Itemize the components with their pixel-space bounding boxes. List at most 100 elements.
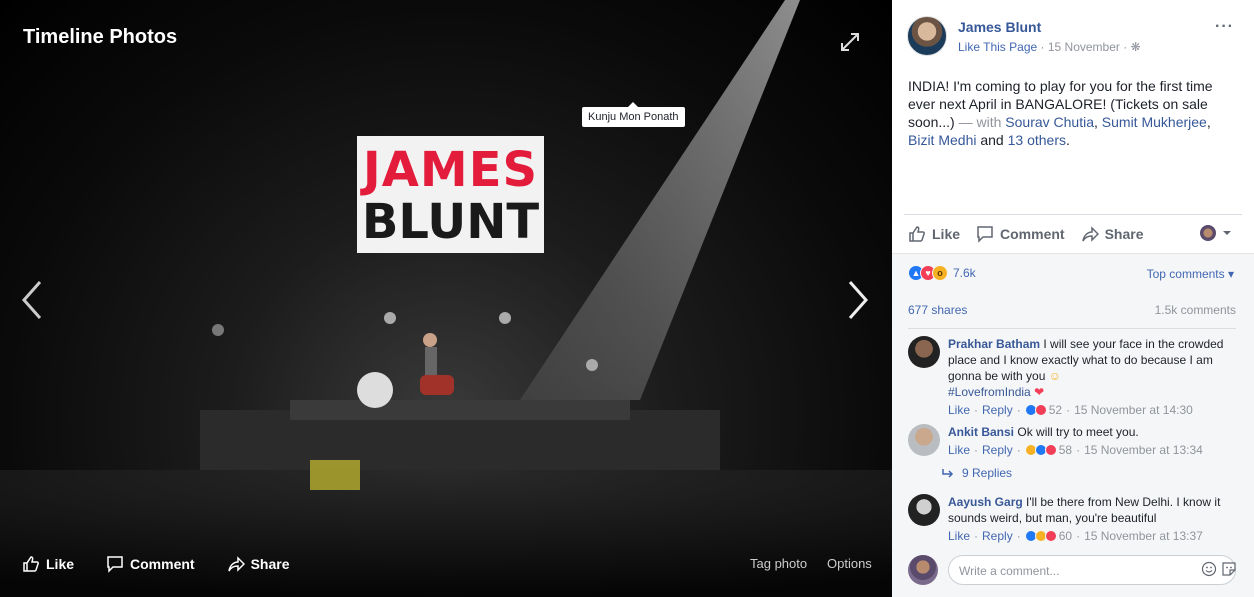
tag-tooltip: Kunju Mon Ponath [582, 102, 685, 127]
viewer-share-label: Share [250, 556, 290, 572]
commenter-name[interactable]: Ankit Bansi [948, 425, 1014, 439]
post-meta: Like This Page · 15 November · ❋ [958, 40, 1141, 54]
commenter-name[interactable]: Prakhar Batham [948, 337, 1040, 351]
viewer-like-label: Like [46, 556, 75, 572]
post-body: INDIA! I'm coming to play for you for th… [908, 78, 1213, 148]
comment-time[interactable]: 15 November at 14:30 [1074, 402, 1193, 418]
comment-meta: Like · Reply · 60 · 15 November at 13:37 [948, 528, 1238, 544]
replies-count: 9 Replies [962, 466, 1013, 480]
others-link[interactable]: 13 others [1008, 132, 1066, 148]
caret-down-icon: ▾ [1227, 267, 1234, 281]
view-replies-link[interactable]: 9 Replies [942, 466, 1012, 480]
comment-body: Prakhar Batham I will see your face in t… [948, 336, 1238, 418]
comment-reply-button[interactable]: Reply [982, 442, 1013, 458]
comment-time[interactable]: 15 November at 13:37 [1084, 528, 1203, 544]
meta-separator: · [1076, 443, 1081, 457]
tag-photo-link[interactable]: Tag photo [750, 556, 807, 571]
reaction-count[interactable]: 7.6k [953, 266, 976, 280]
comment-body: Aayush Garg I'll be there from New Delhi… [948, 494, 1238, 544]
love-reaction-icon [1044, 444, 1057, 456]
chevron-down-icon [1223, 231, 1231, 235]
post-share-button[interactable]: Share [1081, 225, 1144, 243]
logo-line-1: JAMES [362, 142, 539, 198]
post-action-bar: Like Comment Share [904, 214, 1242, 252]
tagged-person[interactable]: Sumit Mukherjee [1102, 114, 1207, 130]
like-page-link[interactable]: Like This Page [958, 40, 1037, 54]
comment-body: Ankit Bansi Ok will try to meet you. Lik… [948, 424, 1238, 458]
comments-section: ▲ ♥ o 7.6k Top comments ▾ 677 shares 1.5… [892, 253, 1254, 597]
viewer-action-bar: Like Comment Share Tag photo Options [0, 531, 892, 597]
post-like-label: Like [932, 225, 961, 242]
comment-reaction-count[interactable]: 60 [1059, 528, 1072, 544]
james-blunt-logo: JAMES BLUNT [357, 136, 544, 253]
meta-separator: · [1040, 40, 1048, 54]
reply-arrow-icon [942, 469, 954, 478]
author-avatar[interactable] [907, 16, 947, 56]
top-comments-dropdown[interactable]: Top comments ▾ [1147, 267, 1234, 281]
comment-like-button[interactable]: Like [948, 402, 970, 418]
post-panel: James Blunt Like This Page · 15 November… [892, 0, 1254, 597]
viewer-comment-button[interactable]: Comment [106, 555, 195, 573]
commenter-avatar[interactable] [908, 336, 940, 368]
divider [908, 328, 1236, 329]
next-photo-icon[interactable] [846, 280, 870, 320]
commenter-avatar[interactable] [908, 424, 940, 456]
post-like-button[interactable]: Like [908, 225, 960, 243]
comment-time[interactable]: 15 November at 13:34 [1084, 442, 1203, 458]
meta-separator: · [1123, 40, 1131, 54]
comment-meta: Like · Reply · 52 · 15 November at 14:30 [948, 402, 1238, 418]
commenter-avatar[interactable] [908, 494, 940, 526]
comment-like-button[interactable]: Like [948, 528, 970, 544]
post-date[interactable]: 15 November [1048, 40, 1120, 54]
meta-separator: · [974, 529, 979, 543]
thumbs-up-icon [909, 225, 925, 242]
profile-avatar [1200, 225, 1216, 241]
share-icon [1081, 225, 1099, 242]
hashtag-link[interactable]: #LovefromIndia [948, 385, 1031, 399]
post-comment-label: Comment [1000, 225, 1065, 242]
viewer-comment-label: Comment [130, 556, 195, 572]
expand-icon[interactable] [838, 30, 862, 54]
post-comment-button[interactable]: Comment [976, 225, 1065, 243]
concert-photo [0, 0, 892, 597]
comment-input[interactable]: Write a comment... [948, 555, 1236, 585]
meta-separator: · [1016, 403, 1021, 417]
more-options-icon[interactable]: ··· [1215, 18, 1234, 36]
post-share-label: Share [1104, 225, 1144, 242]
comment-text: Ok will try to meet you. [1017, 425, 1139, 439]
viewer-like-button[interactable]: Like [22, 555, 74, 573]
meta-separator: · [1016, 529, 1021, 543]
photo-viewer: JAMES BLUNT Timeline Photos Kunju Mon Po… [0, 0, 892, 597]
comments-count[interactable]: 1.5k comments [1155, 303, 1236, 317]
tagged-person[interactable]: Sourav Chutia [1005, 114, 1094, 130]
globe-icon: ❋ [1130, 40, 1141, 54]
heart-emoji-icon: ❤ [1034, 385, 1045, 399]
comment-reply-button[interactable]: Reply [982, 528, 1013, 544]
comment-like-button[interactable]: Like [948, 442, 970, 458]
viewer-share-button[interactable]: Share [227, 555, 290, 573]
comment-reaction-count[interactable]: 52 [1049, 402, 1062, 418]
emoji-icon[interactable] [1201, 561, 1217, 577]
comment-icon [107, 556, 123, 573]
author-name[interactable]: James Blunt [958, 19, 1041, 35]
options-link[interactable]: Options [827, 556, 872, 571]
commenter-name[interactable]: Aayush Garg [948, 495, 1023, 509]
thumbs-up-icon [23, 556, 39, 572]
sticker-icon[interactable] [1221, 561, 1237, 577]
previous-photo-icon[interactable] [20, 280, 44, 320]
love-reaction-icon [1044, 530, 1057, 542]
comment-reaction-count[interactable]: 58 [1059, 442, 1072, 458]
tagged-person[interactable]: Bizit Medhi [908, 132, 976, 148]
interact-as-selector[interactable] [1200, 225, 1234, 241]
meta-separator: · [1076, 529, 1081, 543]
and-text: and [976, 132, 1008, 148]
share-icon [227, 556, 245, 572]
post-header: James Blunt Like This Page · 15 November… [907, 16, 1242, 60]
reaction-summary[interactable]: ▲ ♥ o 7.6k [908, 265, 976, 281]
meta-separator: · [1016, 443, 1021, 457]
shares-count[interactable]: 677 shares [908, 303, 967, 317]
meta-separator: · [974, 443, 979, 457]
comment-reply-button[interactable]: Reply [982, 402, 1013, 418]
viewer-title: Timeline Photos [23, 26, 178, 48]
own-avatar [908, 555, 938, 585]
